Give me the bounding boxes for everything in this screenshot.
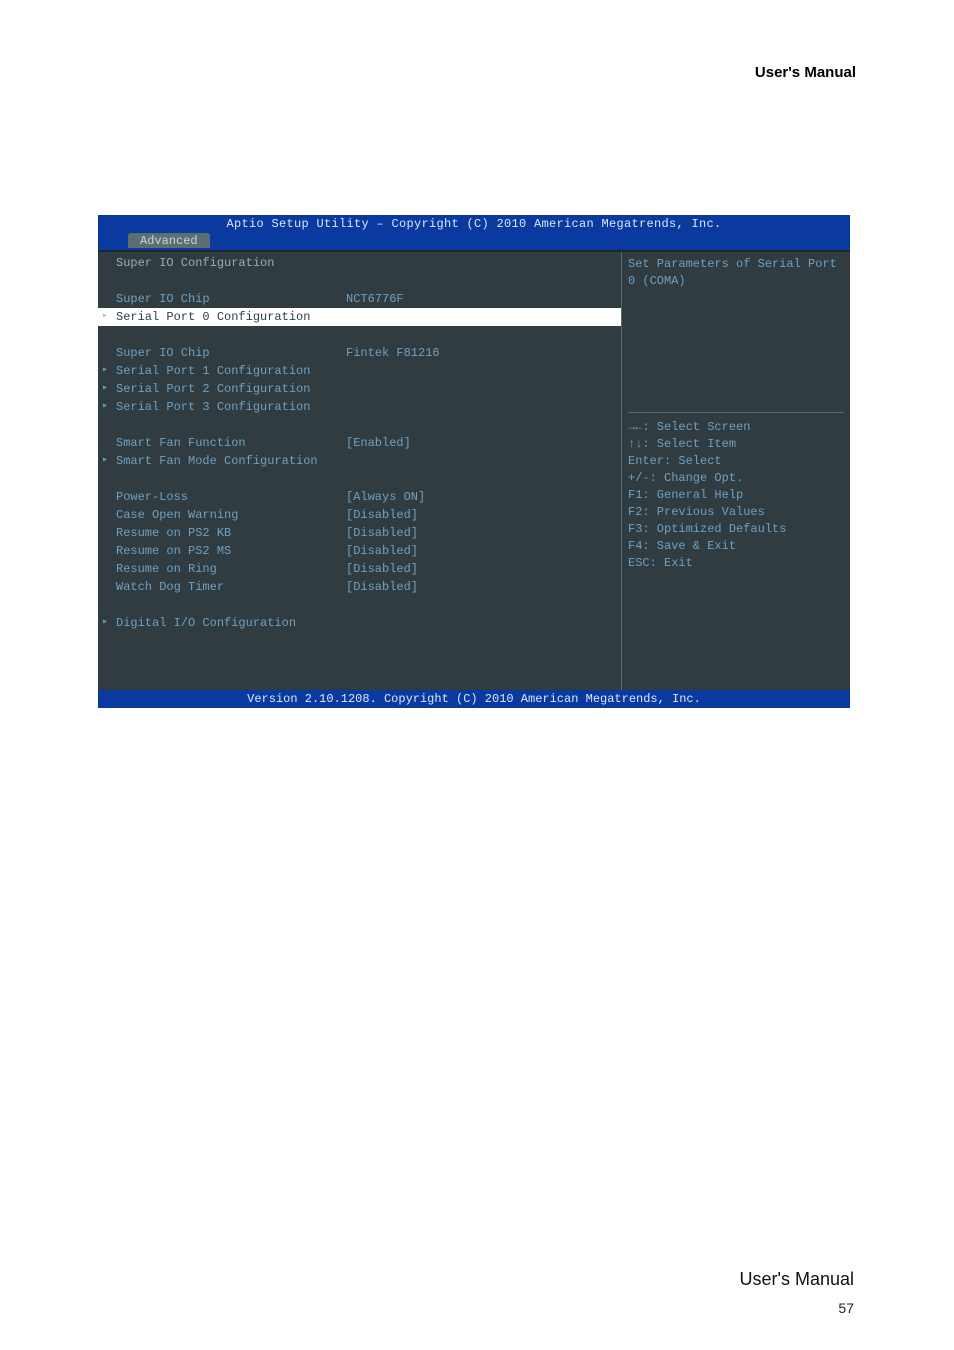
row-value: [Disabled] — [346, 578, 418, 596]
bios-option-item[interactable]: Power-Loss[Always ON] — [98, 488, 621, 506]
submenu-arrow-icon — [102, 524, 116, 542]
bios-option-item[interactable]: Resume on PS2 MS[Disabled] — [98, 542, 621, 560]
bios-option-item[interactable]: Smart Fan Function[Enabled] — [98, 434, 621, 452]
submenu-arrow-icon — [102, 434, 116, 452]
bios-help-text: Set Parameters of Serial Port 0 (COMA) — [628, 256, 844, 406]
bios-submenu-item[interactable]: ▸Serial Port 0 Configuration — [98, 308, 621, 326]
submenu-arrow-icon — [102, 542, 116, 560]
submenu-arrow-icon: ▸ — [102, 452, 116, 470]
row-value: [Always ON] — [346, 488, 425, 506]
bios-screenshot: Aptio Setup Utility – Copyright (C) 2010… — [98, 215, 850, 708]
bios-info-item: Super IO ChipFintek F81216 — [98, 344, 621, 362]
key-hint: F3: Optimized Defaults — [628, 521, 844, 538]
bios-option-item[interactable]: Case Open Warning[Disabled] — [98, 506, 621, 524]
bios-submenu-item[interactable]: ▸Smart Fan Mode Configuration — [98, 452, 621, 470]
bios-option-item[interactable]: Resume on PS2 KB[Disabled] — [98, 524, 621, 542]
row-label: Serial Port 3 Configuration — [116, 398, 346, 416]
bios-left-pane: Super IO Configuration Super IO ChipNCT6… — [98, 252, 622, 690]
page-header-label: User's Manual — [755, 64, 856, 81]
submenu-arrow-icon — [102, 578, 116, 596]
bios-option-item[interactable]: Watch Dog Timer[Disabled] — [98, 578, 621, 596]
row-label: Watch Dog Timer — [116, 578, 346, 596]
bios-option-item[interactable]: Resume on Ring[Disabled] — [98, 560, 621, 578]
submenu-arrow-icon: ▸ — [102, 362, 116, 380]
row-label: Case Open Warning — [116, 506, 346, 524]
key-hint: ↑↓: Select Item — [628, 436, 844, 453]
page-number: 57 — [838, 1300, 854, 1316]
key-hint: F4: Save & Exit — [628, 538, 844, 555]
bios-submenu-item[interactable]: ▸Digital I/O Configuration — [98, 614, 621, 632]
key-hint: Enter: Select — [628, 453, 844, 470]
row-label: Serial Port 2 Configuration — [116, 380, 346, 398]
submenu-arrow-icon: ▸ — [102, 308, 116, 326]
submenu-arrow-icon — [102, 560, 116, 578]
bios-submenu-item[interactable]: ▸Serial Port 2 Configuration — [98, 380, 621, 398]
row-value: [Disabled] — [346, 506, 418, 524]
bios-keys-legend: →←: Select Screen↑↓: Select ItemEnter: S… — [628, 412, 844, 572]
key-hint: →←: Select Screen — [628, 419, 844, 436]
bios-title-bar: Aptio Setup Utility – Copyright (C) 2010… — [98, 215, 850, 233]
row-label: Super IO Chip — [116, 290, 346, 308]
section-header: Super IO Configuration — [98, 254, 621, 272]
row-label: Resume on PS2 KB — [116, 524, 346, 542]
bios-submenu-item[interactable]: ▸Serial Port 1 Configuration — [98, 362, 621, 380]
key-hint: F2: Previous Values — [628, 504, 844, 521]
row-label: Resume on Ring — [116, 560, 346, 578]
submenu-arrow-icon: ▸ — [102, 380, 116, 398]
row-label: Resume on PS2 MS — [116, 542, 346, 560]
bios-tab-row: Advanced — [98, 233, 850, 250]
key-hint: ESC: Exit — [628, 555, 844, 572]
row-label: Serial Port 1 Configuration — [116, 362, 346, 380]
row-value: [Enabled] — [346, 434, 411, 452]
row-value: Fintek F81216 — [346, 344, 440, 362]
row-label: Super IO Chip — [116, 344, 346, 362]
submenu-arrow-icon — [102, 488, 116, 506]
key-hint: +/-: Change Opt. — [628, 470, 844, 487]
submenu-arrow-icon: ▸ — [102, 614, 116, 632]
bios-right-pane: Set Parameters of Serial Port 0 (COMA) →… — [622, 252, 850, 690]
key-hint: F1: General Help — [628, 487, 844, 504]
bios-tab-advanced[interactable]: Advanced — [128, 233, 210, 248]
bios-submenu-item[interactable]: ▸Serial Port 3 Configuration — [98, 398, 621, 416]
row-value: NCT6776F — [346, 290, 404, 308]
row-label: Power-Loss — [116, 488, 346, 506]
bios-info-item: Super IO ChipNCT6776F — [98, 290, 621, 308]
row-value: [Disabled] — [346, 524, 418, 542]
row-label: Smart Fan Mode Configuration — [116, 452, 346, 470]
row-label: Serial Port 0 Configuration — [116, 308, 346, 326]
bios-footer-bar: Version 2.10.1208. Copyright (C) 2010 Am… — [98, 690, 850, 708]
submenu-arrow-icon — [102, 506, 116, 524]
submenu-arrow-icon — [102, 344, 116, 362]
row-value: [Disabled] — [346, 560, 418, 578]
row-value: [Disabled] — [346, 542, 418, 560]
submenu-arrow-icon: ▸ — [102, 398, 116, 416]
row-label: Smart Fan Function — [116, 434, 346, 452]
submenu-arrow-icon — [102, 290, 116, 308]
page-footer-label: User's Manual — [740, 1269, 854, 1290]
row-label: Digital I/O Configuration — [116, 614, 346, 632]
